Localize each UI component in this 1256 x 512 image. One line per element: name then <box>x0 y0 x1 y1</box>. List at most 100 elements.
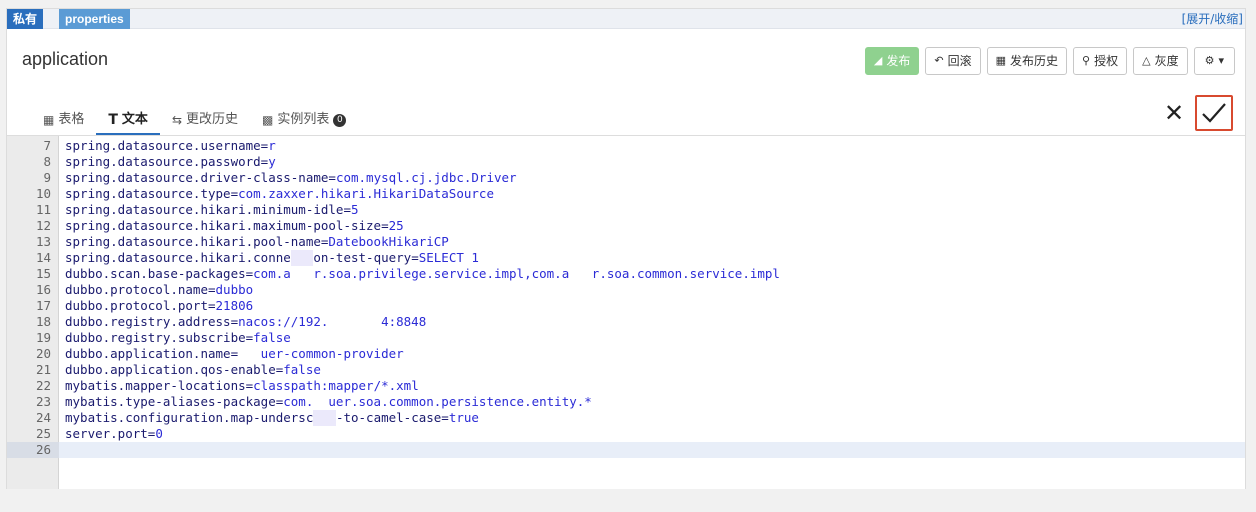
text-icon: T <box>108 112 118 128</box>
line-number: 26 <box>7 442 59 458</box>
property-key-rest: on-test-query= <box>313 250 419 265</box>
tab-table-label: 表格 <box>58 112 85 127</box>
tab-text[interactable]: T 文本 <box>96 111 160 135</box>
close-icon: ✕ <box>1163 99 1185 127</box>
code-line[interactable]: 26 <box>7 442 1245 458</box>
publish-button[interactable]: ◢ 发布 <box>864 47 920 75</box>
flask-icon: △ <box>1142 54 1151 67</box>
line-content: mybatis.mapper-locations=classpath:mappe… <box>65 378 419 394</box>
cancel-edit-button[interactable]: ✕ <box>1159 96 1189 130</box>
line-number: 10 <box>35 186 51 201</box>
send-icon: ◢ <box>873 54 883 67</box>
property-key: spring.datasource.type= <box>65 186 239 201</box>
code-line[interactable]: 14 spring.datasource.hikari.connection-te… <box>7 250 1245 266</box>
line-content: spring.datasource.driver-class-name=com.… <box>65 170 517 186</box>
property-key: mybatis.mapper-locations= <box>65 378 254 393</box>
tab-change-history[interactable]: ⇆ 更改历史 <box>160 111 250 135</box>
code-line[interactable]: 11 spring.datasource.hikari.minimum-idle=… <box>7 202 1245 218</box>
line-content: dubbo.protocol.name=dubbo <box>65 282 253 298</box>
code-line[interactable]: 10 spring.datasource.type=com.zaxxer.hika… <box>7 186 1245 202</box>
line-number: 8 <box>43 154 51 169</box>
code-line[interactable]: 19 dubbo.registry.subscribe=false <box>7 330 1245 346</box>
property-value: com. uer.soa.common.persistence.entity.* <box>283 394 592 409</box>
authorize-label: 授权 <box>1094 54 1119 68</box>
caret-down-icon: ▾ <box>1218 54 1224 67</box>
line-content: dubbo.protocol.port=21806 <box>65 298 253 314</box>
exchange-icon: ⇆ <box>171 113 182 127</box>
line-content: spring.datasource.password=y <box>65 154 276 170</box>
code-line[interactable]: 17 dubbo.protocol.port=21806 <box>7 298 1245 314</box>
property-key: spring.datasource.hikari.minimum-idle= <box>65 202 351 217</box>
line-number: 13 <box>35 234 51 249</box>
code-line[interactable]: 12 spring.datasource.hikari.maximum-pool-… <box>7 218 1245 234</box>
code-line[interactable]: 23 mybatis.type-aliases-package=com. uer.… <box>7 394 1245 410</box>
property-value: 25 <box>388 218 404 233</box>
checkmark-icon <box>1202 103 1226 123</box>
property-key: dubbo.scan.base-packages= <box>65 266 254 281</box>
settings-dropdown-button[interactable]: ⚙ ▾ <box>1193 47 1235 75</box>
property-key-rest: -to-camel-case= <box>335 410 449 425</box>
expand-collapse-link[interactable]: [展开/收缩] <box>1182 9 1243 29</box>
line-content: dubbo.scan.base-packages=com.a r.soa.pri… <box>65 266 780 282</box>
code-line[interactable]: 24 mybatis.configuration.map-underscore-t… <box>7 410 1245 426</box>
gray-release-button[interactable]: △ 灰度 <box>1133 47 1188 75</box>
line-content: dubbo.registry.subscribe=false <box>65 330 291 346</box>
property-key: dubbo.application.qos-enable= <box>65 362 284 377</box>
code-line[interactable]: 20 dubbo.application.name= uer-common-pro… <box>7 346 1245 362</box>
code-line[interactable]: 18 dubbo.registry.address=nacos://192. 4:… <box>7 314 1245 330</box>
line-number: 11 <box>35 202 51 217</box>
gray-release-label: 灰度 <box>1154 54 1179 68</box>
code-line[interactable]: 22 mybatis.mapper-locations=classpath:map… <box>7 378 1245 394</box>
code-line[interactable]: 9 spring.datasource.driver-class-name=com… <box>7 170 1245 186</box>
tab-table[interactable]: ▦ 表格 <box>31 111 96 135</box>
line-content: dubbo.application.name= uer-common-provi… <box>65 346 404 362</box>
text-editor[interactable]: 7 spring.datasource.username=r 8 spring.dat… <box>7 135 1245 489</box>
property-value: uer-common-provider <box>238 346 404 361</box>
property-value: 5 <box>350 202 359 217</box>
format-badge: properties <box>59 9 130 29</box>
property-value: com.mysql.cj.jdbc.Driver <box>335 170 517 185</box>
property-value: com.a r.soa.privilege.service.impl,com.a… <box>253 266 780 281</box>
tab-change-history-label: 更改历史 <box>186 112 239 127</box>
property-value: dubbo <box>215 282 254 297</box>
namespace-header-bar: 私有 properties [展开/收缩] <box>7 9 1245 29</box>
code-line[interactable]: 25 server.port=0 <box>7 426 1245 442</box>
user-icon: ⚲ <box>1082 54 1091 67</box>
property-value: false <box>283 362 321 377</box>
line-number: 14 <box>35 250 51 265</box>
tab-instances-label: 实例列表 <box>277 112 330 127</box>
code-line[interactable]: 8 spring.datasource.password=y <box>7 154 1245 170</box>
authorize-button[interactable]: ⚲ 授权 <box>1073 47 1128 75</box>
property-key: dubbo.protocol.name= <box>65 282 216 297</box>
line-number: 12 <box>35 218 51 233</box>
line-number: 25 <box>35 426 51 441</box>
rollback-label: 回滚 <box>947 54 972 68</box>
property-key: mybatis.configuration.map-undersc <box>65 410 314 425</box>
release-history-button[interactable]: ▦ 发布历史 <box>986 47 1068 75</box>
line-content: spring.datasource.type=com.zaxxer.hikari… <box>65 186 494 202</box>
property-value: 21806 <box>215 298 254 313</box>
property-value: r <box>268 138 276 153</box>
code-line[interactable]: 16 dubbo.protocol.name=dubbo <box>7 282 1245 298</box>
property-key: dubbo.protocol.port= <box>65 298 216 313</box>
line-content: spring.datasource.hikari.pool-name=Dateb… <box>65 234 449 250</box>
code-line[interactable]: 21 dubbo.application.qos-enable=false <box>7 362 1245 378</box>
property-value: nacos://192. 4:8848 <box>238 314 427 329</box>
property-key: spring.datasource.hikari.pool-name= <box>65 234 329 249</box>
tab-instances[interactable]: ▩ 实例列表 0 <box>250 111 358 135</box>
code-line[interactable]: 15 dubbo.scan.base-packages=com.a r.soa.p… <box>7 266 1245 282</box>
property-key: server.port= <box>65 426 156 441</box>
gear-icon: ⚙ <box>1204 54 1215 67</box>
submit-edit-button[interactable] <box>1195 95 1233 131</box>
line-number: 7 <box>43 138 51 153</box>
code-line[interactable]: 7 spring.datasource.username=r <box>7 138 1245 154</box>
line-number: 19 <box>35 330 51 345</box>
line-number: 9 <box>43 170 51 185</box>
code-line[interactable]: 13 spring.datasource.hikari.pool-name=Dat… <box>7 234 1245 250</box>
rollback-button[interactable]: ↶ 回滚 <box>925 47 981 75</box>
line-content: dubbo.application.qos-enable=false <box>65 362 321 378</box>
line-number: 24 <box>35 410 51 425</box>
line-number: 23 <box>35 394 51 409</box>
property-value: DatebookHikariCP <box>328 234 449 249</box>
property-value: true <box>448 410 479 425</box>
